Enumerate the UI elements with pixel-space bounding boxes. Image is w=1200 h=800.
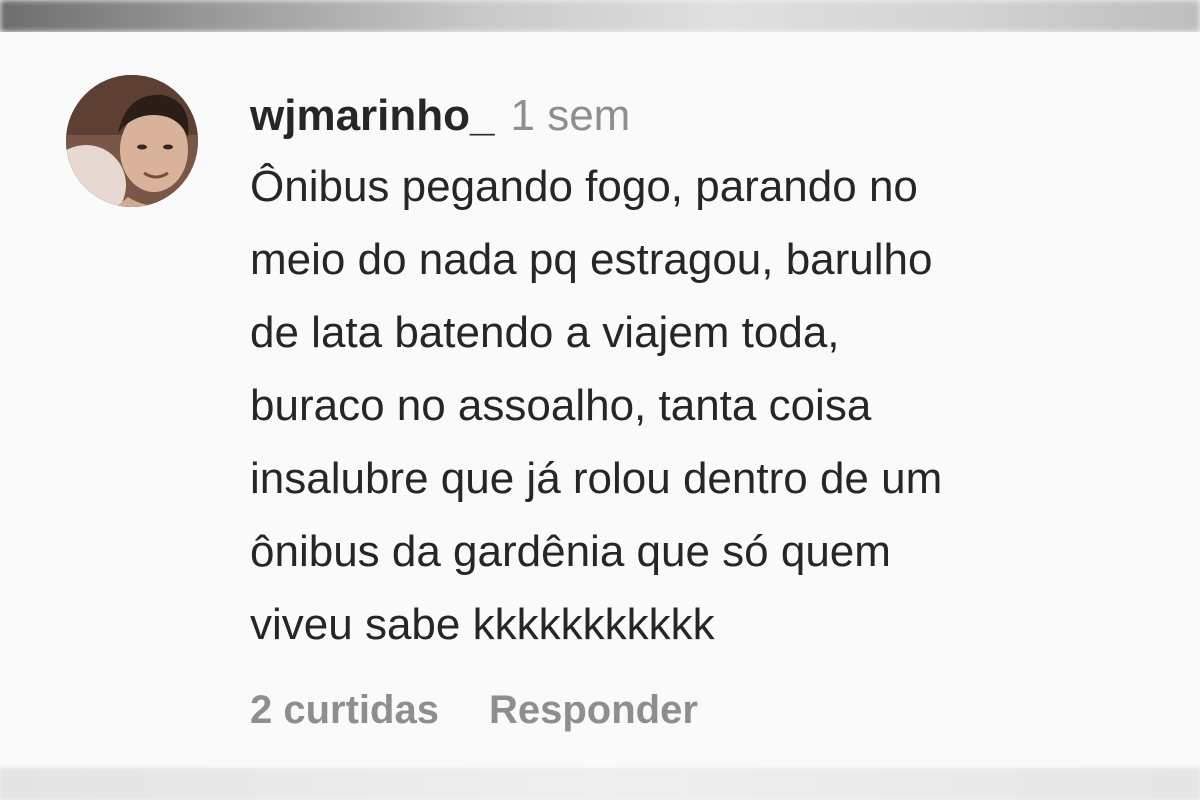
blurred-bottom-edge (0, 768, 1200, 800)
comment-header: wjmarinho_ 1 sem (250, 90, 1180, 142)
comment-card: wjmarinho_ 1 sem Ônibus pegando fogo, par… (0, 32, 1200, 768)
likes-count-button[interactable]: 2 curtidas (250, 686, 439, 734)
comment-text-line: Ônibus pegando fogo, parando no (250, 162, 918, 211)
blurred-top-edge (0, 0, 1200, 32)
comment-text-line: de lata batendo a viajem toda, (250, 308, 840, 357)
username-link[interactable]: wjmarinho_ (250, 91, 495, 140)
reply-button[interactable]: Responder (489, 686, 698, 734)
comment-actions: 2 curtidas Responder (250, 686, 698, 734)
comment-timestamp: 1 sem (510, 91, 631, 140)
comment-text-line: buraco no assoalho, tanta coisa (250, 381, 872, 430)
comment-body: wjmarinho_ 1 sem Ônibus pegando fogo, par… (250, 90, 1180, 661)
comment-text-line: viveu sabe kkkkkkkkkkk (250, 600, 715, 649)
avatar[interactable] (66, 75, 198, 207)
comment-text-line: meio do nada pq estragou, barulho (250, 235, 933, 284)
screenshot-frame: wjmarinho_ 1 sem Ônibus pegando fogo, par… (0, 0, 1200, 800)
avatar-photo-icon (66, 75, 198, 207)
comment-text-line: ônibus da gardênia que só quem (250, 527, 891, 576)
comment-text: Ônibus pegando fogo, parando no meio do … (250, 150, 1180, 661)
comment-text-line: insalubre que já rolou dentro de um (250, 454, 943, 503)
